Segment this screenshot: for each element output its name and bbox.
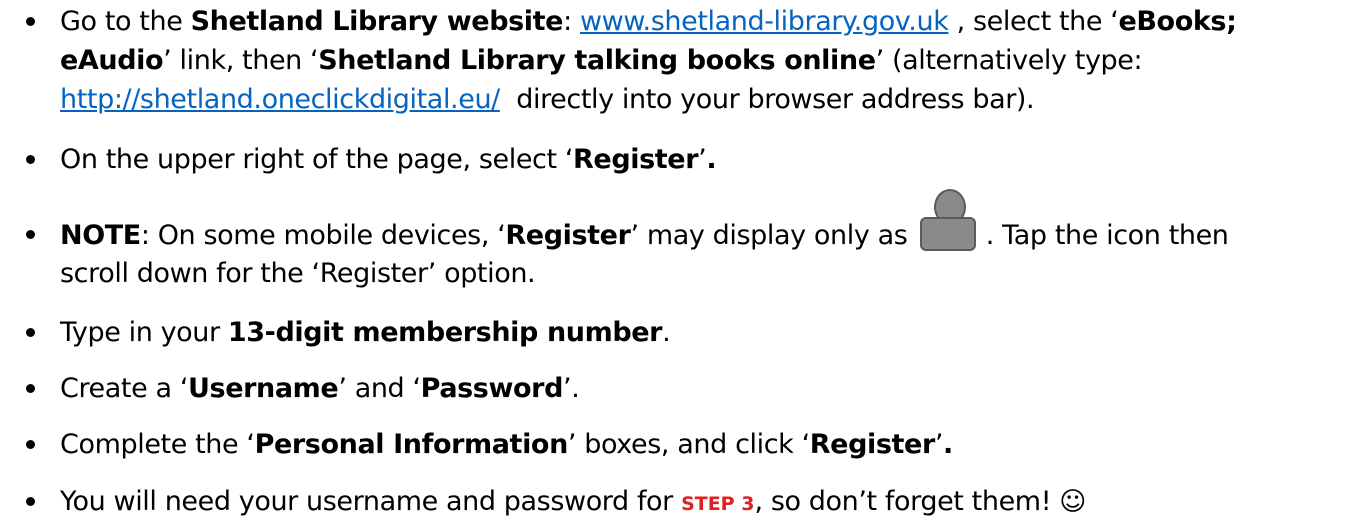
bold-text: eBooks; [1118,6,1237,37]
instruction-document: Go to the Shetland Library website: www.… [0,0,1369,530]
oneclickdigital-link[interactable]: http://shetland.oneclickdigital.eu/ [60,84,500,115]
text: ’ [934,429,944,460]
text: , so don’t forget them! [754,486,1060,517]
text: : [563,6,580,37]
bold-text: . [943,429,953,460]
text: On the upper right of the page, select ‘ [60,144,574,175]
text: Type in your [60,317,228,348]
bullet-dot [26,440,35,449]
bullet-dot [26,328,35,337]
bullet-dot [26,17,35,26]
text: ’ (alternatively type: [875,45,1143,76]
smiley-icon: ☺ [1059,487,1087,517]
bold-text: 13-digit membership number [227,317,663,348]
line: scroll down for the ‘Register’ option. [60,256,536,292]
bold-text: NOTE [60,220,141,251]
line: You will need your username and password… [60,484,1086,522]
bold-text: Shetland Library website [190,6,564,37]
text: scroll down for the ‘Register’ option. [60,258,536,289]
text: ’ boxes, and click ‘ [567,429,810,460]
bold-text: Register [809,429,935,460]
text: You will need your username and password… [60,486,682,517]
text: Go to the [60,6,191,37]
line: Create a ‘Username’ and ‘Password’. [60,371,580,407]
bullet-dot [26,497,35,506]
text: Complete the ‘ [60,429,255,460]
line: Go to the Shetland Library website: www.… [60,4,1237,40]
line: On the upper right of the page, select ‘… [60,142,717,178]
bullet-dot [26,230,35,239]
text: ’ may display only as [630,220,916,251]
bold-text: Username [188,373,339,404]
line: NOTE: On some mobile devices, ‘Register’… [60,189,1229,254]
text: Create a ‘ [60,373,189,404]
bold-text: Password [420,373,564,404]
step-reference: STEP 3 [681,493,755,515]
text: ’ link, then ‘ [163,45,319,76]
line: Type in your 13-digit membership number. [60,315,671,351]
text: directly into your browser address bar). [499,84,1035,115]
bold-text: Personal Information [254,429,569,460]
bullet-dot [26,384,35,393]
bold-text: Register [573,144,699,175]
line: http://shetland.oneclickdigital.eu/ dire… [60,82,1035,118]
text: ’. [563,373,580,404]
user-icon [919,189,976,251]
text: . Tap the icon then [977,220,1229,251]
line: Complete the ‘Personal Information’ boxe… [60,427,953,463]
bullet-dot [26,155,35,164]
user-icon-torso [919,217,976,251]
bold-text: . [706,144,717,175]
bold-text: Shetland Library talking books online [318,45,876,76]
line: eAudio’ link, then ‘Shetland Library tal… [60,43,1143,79]
library-website-link[interactable]: www.shetland-library.gov.uk [580,6,949,37]
text: . [662,317,671,348]
text: ’ and ‘ [338,373,421,404]
text: : On some mobile devices, ‘ [140,220,506,251]
text: , select the ‘ [948,6,1119,37]
bold-text: eAudio [60,45,164,76]
bold-text: Register [505,220,631,251]
